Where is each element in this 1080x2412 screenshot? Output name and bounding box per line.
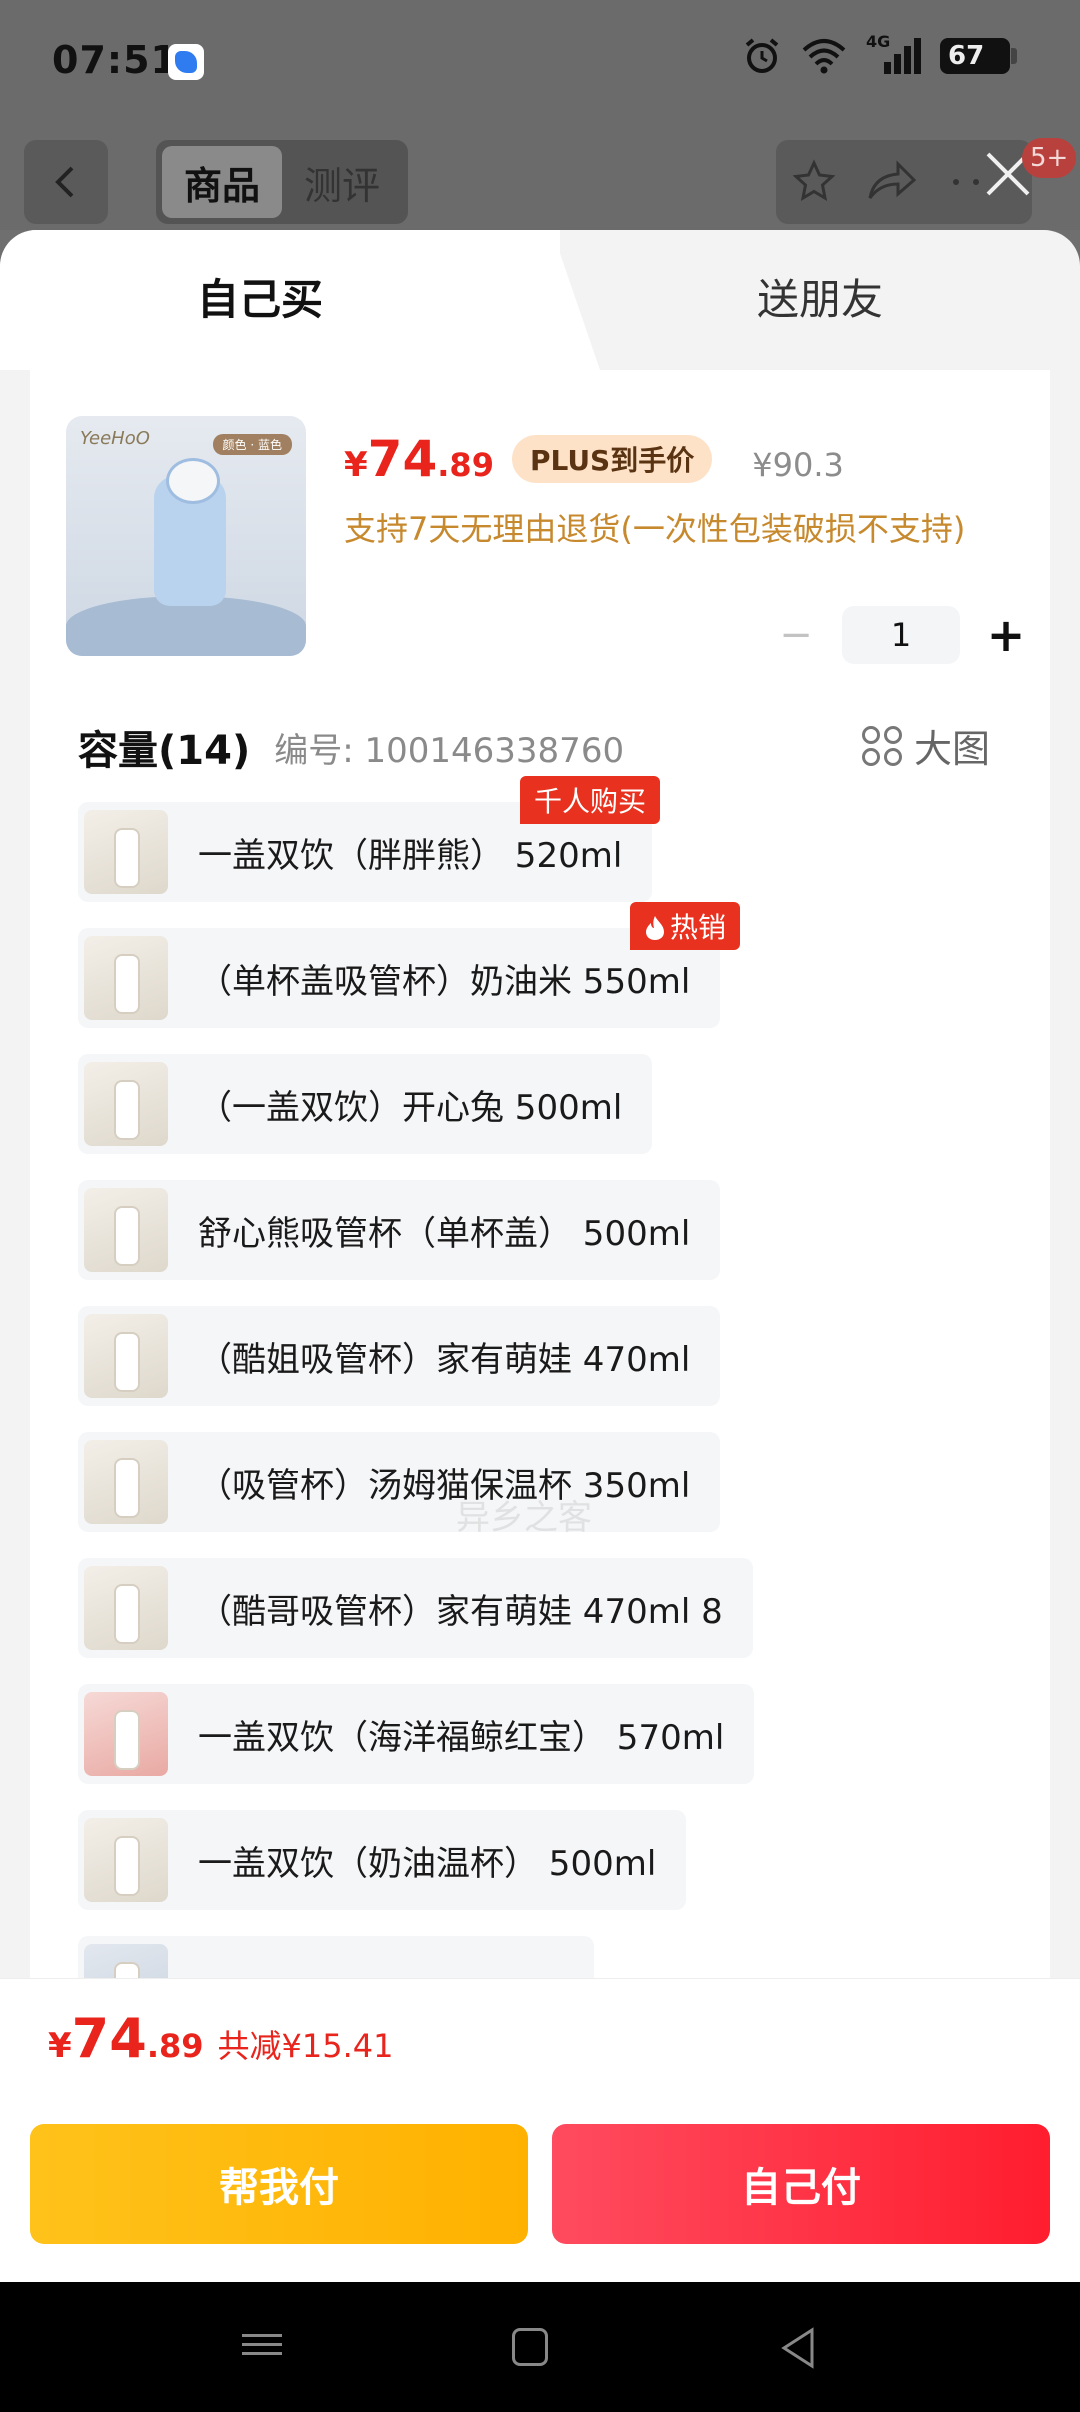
cell-signal-icon: 4G xyxy=(866,32,922,76)
tab-curve xyxy=(520,230,600,370)
quantity-stepper: − 1 + xyxy=(770,606,1032,664)
option-item[interactable]: （单杯盖吸管杯）奶油米 550ml 热销 xyxy=(78,902,741,1028)
big-image-label: 大图 xyxy=(913,727,990,771)
price-row: ¥ 74 .89 PLUS到手价 ¥90.3 xyxy=(344,430,844,489)
star-icon[interactable] xyxy=(790,158,838,206)
option-thumbnail xyxy=(84,936,168,1020)
back-triangle-icon[interactable] xyxy=(778,2326,818,2370)
option-thumbnail xyxy=(84,1818,168,1902)
total-integer: 74 xyxy=(71,2007,147,2070)
option-label: 一盖双饮（海洋福鲸红宝） 570ml xyxy=(198,1717,725,1758)
option-item[interactable]: 一盖双饮（奶油温杯） 500ml xyxy=(78,1810,687,1910)
product-image[interactable]: YeeHoO 颜色 · 蓝色 xyxy=(66,416,306,656)
option-label: 一盖双饮（奶油温杯） 500ml xyxy=(198,1843,657,1884)
footer-price-bar: ¥ 74 .89 共减¥15.41 xyxy=(0,1978,1080,2112)
option-item[interactable]: （酷姐吸管杯）家有萌娃 470ml xyxy=(78,1306,721,1406)
help-me-pay-button[interactable]: 帮我付 xyxy=(30,2124,528,2244)
option-badge-hot: 热销 xyxy=(630,902,741,950)
home-icon[interactable] xyxy=(512,2328,548,2366)
price-integer: 74 xyxy=(367,430,438,488)
big-image-toggle[interactable]: 大图 xyxy=(861,718,990,773)
original-price: ¥90.3 xyxy=(752,446,844,484)
menu-icon[interactable] xyxy=(242,2328,282,2368)
purchase-sheet: 自己买 送朋友 YeeHoO 颜色 · 蓝色 ¥ 74 .89 PLUS到手价 … xyxy=(0,230,1080,2282)
quantity-field[interactable]: 1 xyxy=(842,606,960,664)
option-badge-text: 热销 xyxy=(670,911,727,944)
option-item[interactable]: 一盖双饮（胖胖熊） 520ml 千人购买 xyxy=(78,776,661,902)
total-saving: 共减¥15.41 xyxy=(217,2027,394,2065)
quantity-decrease-button[interactable]: − xyxy=(770,607,822,663)
option-thumbnail xyxy=(84,1188,168,1272)
option-badge: 千人购买 xyxy=(520,776,661,824)
app-notification-icon xyxy=(168,44,204,80)
plus-price-tag: PLUS到手价 xyxy=(511,435,713,483)
option-thumbnail xyxy=(84,1314,168,1398)
product-tabs: 商品 测评 xyxy=(156,140,408,224)
system-nav-bar xyxy=(0,2282,1080,2412)
option-label: （酷哥吸管杯）家有萌娃 470ml 8 xyxy=(198,1591,723,1632)
tab-review[interactable]: 测评 xyxy=(282,146,402,218)
option-item[interactable]: （酷哥吸管杯）家有萌娃 470ml 8 xyxy=(78,1558,753,1658)
option-label: 一盖双饮（胖胖熊） 520ml xyxy=(198,835,623,876)
tab-gift-friend[interactable]: 送朋友 xyxy=(600,266,1040,327)
option-thumbnail xyxy=(84,1440,168,1524)
option-item[interactable]: 舒心熊吸管杯（单杯盖） 500ml xyxy=(78,1180,721,1280)
option-label: （酷姐吸管杯）家有萌娃 470ml xyxy=(198,1339,691,1380)
option-item[interactable]: （一盖双饮）开心兔 500ml xyxy=(78,1054,653,1154)
option-thumbnail xyxy=(84,1566,168,1650)
option-item[interactable]: 一盖双饮（海洋福鲸红宝） 570ml xyxy=(78,1684,755,1784)
quantity-increase-button[interactable]: + xyxy=(980,607,1032,663)
tab-buy-self[interactable]: 自己买 xyxy=(0,266,520,327)
product-code: 编号: 100146338760 xyxy=(274,730,625,771)
option-thumbnail xyxy=(84,810,168,894)
chevron-left-icon xyxy=(55,166,74,198)
option-item[interactable]: （吸管杯）汤姆猫保温杯 350ml xyxy=(78,1432,721,1532)
capacity-title: 容量(14) xyxy=(78,728,251,774)
return-policy-note: 支持7天无理由退货(一次性包装破损不支持) xyxy=(344,510,966,548)
notification-badge: 5+ xyxy=(1022,138,1077,178)
option-label: （单杯盖吸管杯）奶油米 550ml xyxy=(198,961,691,1002)
product-image-tag: 颜色 · 蓝色 xyxy=(212,434,292,455)
total-decimal: .89 xyxy=(146,2027,204,2065)
option-label: 舒心熊吸管杯（单杯盖） 500ml xyxy=(198,1213,691,1254)
capacity-section-header: 容量(14) 编号: 100146338760 大图 xyxy=(78,718,1038,776)
wifi-icon xyxy=(802,39,846,74)
tab-product[interactable]: 商品 xyxy=(162,146,282,218)
price-decimal: .89 xyxy=(437,446,494,484)
option-label: （一盖双饮）开心兔 500ml xyxy=(198,1087,623,1128)
battery-icon: 67 xyxy=(940,38,1017,74)
price-currency: ¥ xyxy=(344,445,368,485)
alarm-icon xyxy=(745,38,779,73)
action-buttons: 帮我付 自己付 xyxy=(0,2112,1080,2282)
option-thumbnail xyxy=(84,1692,168,1776)
network-type: 4G xyxy=(866,32,891,51)
pay-myself-button[interactable]: 自己付 xyxy=(552,2124,1050,2244)
total-currency: ¥ xyxy=(48,2026,72,2066)
grid-icon xyxy=(861,725,902,766)
image-bottle xyxy=(154,458,226,606)
status-time: 07:51 xyxy=(52,38,178,82)
product-image-brand: YeeHoO xyxy=(80,428,150,449)
option-thumbnail xyxy=(84,1062,168,1146)
sheet-body: YeeHoO 颜色 · 蓝色 ¥ 74 .89 PLUS到手价 ¥90.3 支持… xyxy=(30,370,1050,2200)
share-icon[interactable] xyxy=(864,158,920,206)
status-bar: 07:51 4G 67 xyxy=(0,0,1080,124)
page-header: 商品 测评 5+ xyxy=(0,124,1080,230)
flame-icon xyxy=(646,916,664,940)
back-button[interactable] xyxy=(24,140,108,224)
watermark: 异乡之客 xyxy=(456,1498,592,1538)
